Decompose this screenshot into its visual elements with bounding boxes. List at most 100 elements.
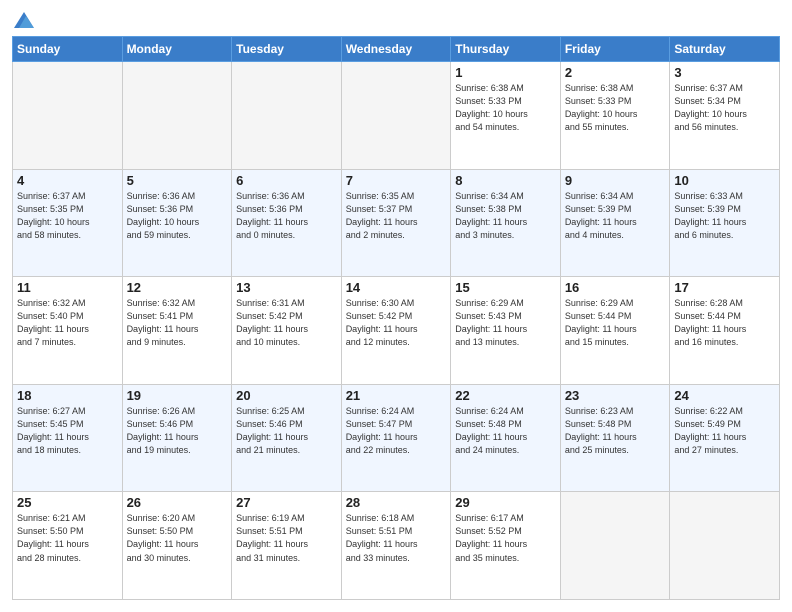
calendar-cell: 25Sunrise: 6:21 AM Sunset: 5:50 PM Dayli… bbox=[13, 492, 123, 600]
day-info: Sunrise: 6:19 AM Sunset: 5:51 PM Dayligh… bbox=[236, 512, 337, 564]
day-info: Sunrise: 6:36 AM Sunset: 5:36 PM Dayligh… bbox=[236, 190, 337, 242]
day-info: Sunrise: 6:33 AM Sunset: 5:39 PM Dayligh… bbox=[674, 190, 775, 242]
calendar-cell: 14 Sunrise: 6:30 AM Sunset: 5:42 PM Dayli… bbox=[341, 277, 451, 385]
day-number: 26 bbox=[127, 495, 228, 510]
day-number: 23 bbox=[565, 388, 666, 403]
calendar-cell: 29 Sunrise: 6:17 AM Sunset: 5:52 PM Dayli… bbox=[451, 492, 561, 600]
calendar-cell: 19Sunrise: 6:26 AM Sunset: 5:46 PM Dayli… bbox=[122, 384, 232, 492]
day-info: Sunrise: 6:37 AM Sunset: 5:35 PM Dayligh… bbox=[17, 190, 118, 242]
weekday-header-saturday: Saturday bbox=[670, 37, 780, 62]
calendar-cell bbox=[670, 492, 780, 600]
week-row-4: 18 Sunrise: 6:27 AM Sunset: 5:45 PM Dayli… bbox=[13, 384, 780, 492]
day-info: Sunrise: 6:23 AM Sunset: 5:48 PM Dayligh… bbox=[565, 405, 666, 457]
day-info: Sunrise: 6:24 AM Sunset: 5:47 PM Dayligh… bbox=[346, 405, 447, 457]
calendar-cell: 7 Sunrise: 6:35 AM Sunset: 5:37 PM Daylig… bbox=[341, 169, 451, 277]
day-number: 7 bbox=[346, 173, 447, 188]
calendar-cell: 22 Sunrise: 6:24 AM Sunset: 5:48 PM Dayli… bbox=[451, 384, 561, 492]
day-info: Sunrise: 6:25 AM Sunset: 5:46 PM Dayligh… bbox=[236, 405, 337, 457]
calendar-cell: 16 Sunrise: 6:29 AM Sunset: 5:44 PM Dayli… bbox=[560, 277, 670, 385]
day-info: Sunrise: 6:32 AM Sunset: 5:40 PM Dayligh… bbox=[17, 297, 118, 349]
calendar-cell: 23 Sunrise: 6:23 AM Sunset: 5:48 PM Dayli… bbox=[560, 384, 670, 492]
day-info: Sunrise: 6:20 AM Sunset: 5:50 PM Dayligh… bbox=[127, 512, 228, 564]
calendar-cell: 6 Sunrise: 6:36 AM Sunset: 5:36 PM Daylig… bbox=[232, 169, 342, 277]
day-info: Sunrise: 6:18 AM Sunset: 5:51 PM Dayligh… bbox=[346, 512, 447, 564]
day-number: 13 bbox=[236, 280, 337, 295]
weekday-header-row: SundayMondayTuesdayWednesdayThursdayFrid… bbox=[13, 37, 780, 62]
logo bbox=[12, 12, 34, 28]
day-info: Sunrise: 6:17 AM Sunset: 5:52 PM Dayligh… bbox=[455, 512, 556, 564]
calendar-cell: 13 Sunrise: 6:31 AM Sunset: 5:42 PM Dayli… bbox=[232, 277, 342, 385]
day-number: 21 bbox=[346, 388, 447, 403]
calendar-cell bbox=[232, 62, 342, 170]
day-number: 1 bbox=[455, 65, 556, 80]
week-row-5: 25Sunrise: 6:21 AM Sunset: 5:50 PM Dayli… bbox=[13, 492, 780, 600]
week-row-1: 1 Sunrise: 6:38 AM Sunset: 5:33 PM Daylig… bbox=[13, 62, 780, 170]
day-info: Sunrise: 6:36 AM Sunset: 5:36 PM Dayligh… bbox=[127, 190, 228, 242]
calendar-cell: 27 Sunrise: 6:19 AM Sunset: 5:51 PM Dayli… bbox=[232, 492, 342, 600]
calendar-cell: 15Sunrise: 6:29 AM Sunset: 5:43 PM Dayli… bbox=[451, 277, 561, 385]
calendar-cell: 4Sunrise: 6:37 AM Sunset: 5:35 PM Daylig… bbox=[13, 169, 123, 277]
day-number: 10 bbox=[674, 173, 775, 188]
calendar-cell bbox=[122, 62, 232, 170]
day-number: 18 bbox=[17, 388, 118, 403]
day-number: 2 bbox=[565, 65, 666, 80]
day-info: Sunrise: 6:27 AM Sunset: 5:45 PM Dayligh… bbox=[17, 405, 118, 457]
day-number: 20 bbox=[236, 388, 337, 403]
day-info: Sunrise: 6:30 AM Sunset: 5:42 PM Dayligh… bbox=[346, 297, 447, 349]
day-number: 22 bbox=[455, 388, 556, 403]
day-number: 11 bbox=[17, 280, 118, 295]
weekday-header-friday: Friday bbox=[560, 37, 670, 62]
day-number: 16 bbox=[565, 280, 666, 295]
day-info: Sunrise: 6:22 AM Sunset: 5:49 PM Dayligh… bbox=[674, 405, 775, 457]
weekday-header-monday: Monday bbox=[122, 37, 232, 62]
day-info: Sunrise: 6:32 AM Sunset: 5:41 PM Dayligh… bbox=[127, 297, 228, 349]
calendar-cell: 18 Sunrise: 6:27 AM Sunset: 5:45 PM Dayli… bbox=[13, 384, 123, 492]
calendar-cell: 28 Sunrise: 6:18 AM Sunset: 5:51 PM Dayli… bbox=[341, 492, 451, 600]
day-number: 8 bbox=[455, 173, 556, 188]
day-number: 29 bbox=[455, 495, 556, 510]
calendar-cell: 12 Sunrise: 6:32 AM Sunset: 5:41 PM Dayli… bbox=[122, 277, 232, 385]
week-row-3: 11 Sunrise: 6:32 AM Sunset: 5:40 PM Dayli… bbox=[13, 277, 780, 385]
day-number: 27 bbox=[236, 495, 337, 510]
weekday-header-wednesday: Wednesday bbox=[341, 37, 451, 62]
weekday-header-thursday: Thursday bbox=[451, 37, 561, 62]
day-number: 24 bbox=[674, 388, 775, 403]
calendar-table: SundayMondayTuesdayWednesdayThursdayFrid… bbox=[12, 36, 780, 600]
calendar-cell: 17 Sunrise: 6:28 AM Sunset: 5:44 PM Dayli… bbox=[670, 277, 780, 385]
day-number: 5 bbox=[127, 173, 228, 188]
day-info: Sunrise: 6:31 AM Sunset: 5:42 PM Dayligh… bbox=[236, 297, 337, 349]
calendar-cell bbox=[13, 62, 123, 170]
page: SundayMondayTuesdayWednesdayThursdayFrid… bbox=[0, 0, 792, 612]
day-info: Sunrise: 6:38 AM Sunset: 5:33 PM Dayligh… bbox=[455, 82, 556, 134]
logo-icon bbox=[14, 12, 34, 28]
calendar-cell: 10 Sunrise: 6:33 AM Sunset: 5:39 PM Dayli… bbox=[670, 169, 780, 277]
calendar-cell: 20 Sunrise: 6:25 AM Sunset: 5:46 PM Dayli… bbox=[232, 384, 342, 492]
day-info: Sunrise: 6:37 AM Sunset: 5:34 PM Dayligh… bbox=[674, 82, 775, 134]
day-info: Sunrise: 6:29 AM Sunset: 5:43 PM Dayligh… bbox=[455, 297, 556, 349]
day-info: Sunrise: 6:34 AM Sunset: 5:38 PM Dayligh… bbox=[455, 190, 556, 242]
weekday-header-sunday: Sunday bbox=[13, 37, 123, 62]
day-number: 6 bbox=[236, 173, 337, 188]
day-number: 14 bbox=[346, 280, 447, 295]
day-info: Sunrise: 6:34 AM Sunset: 5:39 PM Dayligh… bbox=[565, 190, 666, 242]
day-number: 25 bbox=[17, 495, 118, 510]
day-number: 19 bbox=[127, 388, 228, 403]
day-info: Sunrise: 6:28 AM Sunset: 5:44 PM Dayligh… bbox=[674, 297, 775, 349]
calendar-cell: 26 Sunrise: 6:20 AM Sunset: 5:50 PM Dayli… bbox=[122, 492, 232, 600]
week-row-2: 4Sunrise: 6:37 AM Sunset: 5:35 PM Daylig… bbox=[13, 169, 780, 277]
calendar-cell: 3Sunrise: 6:37 AM Sunset: 5:34 PM Daylig… bbox=[670, 62, 780, 170]
day-number: 28 bbox=[346, 495, 447, 510]
calendar-cell: 8 Sunrise: 6:34 AM Sunset: 5:38 PM Daylig… bbox=[451, 169, 561, 277]
day-number: 17 bbox=[674, 280, 775, 295]
day-number: 12 bbox=[127, 280, 228, 295]
day-info: Sunrise: 6:35 AM Sunset: 5:37 PM Dayligh… bbox=[346, 190, 447, 242]
calendar-cell bbox=[341, 62, 451, 170]
calendar-cell: 21 Sunrise: 6:24 AM Sunset: 5:47 PM Dayli… bbox=[341, 384, 451, 492]
day-info: Sunrise: 6:29 AM Sunset: 5:44 PM Dayligh… bbox=[565, 297, 666, 349]
calendar-cell: 1 Sunrise: 6:38 AM Sunset: 5:33 PM Daylig… bbox=[451, 62, 561, 170]
calendar-cell: 24 Sunrise: 6:22 AM Sunset: 5:49 PM Dayli… bbox=[670, 384, 780, 492]
calendar-cell: 9Sunrise: 6:34 AM Sunset: 5:39 PM Daylig… bbox=[560, 169, 670, 277]
header bbox=[12, 12, 780, 28]
day-info: Sunrise: 6:24 AM Sunset: 5:48 PM Dayligh… bbox=[455, 405, 556, 457]
calendar-cell: 11 Sunrise: 6:32 AM Sunset: 5:40 PM Dayli… bbox=[13, 277, 123, 385]
